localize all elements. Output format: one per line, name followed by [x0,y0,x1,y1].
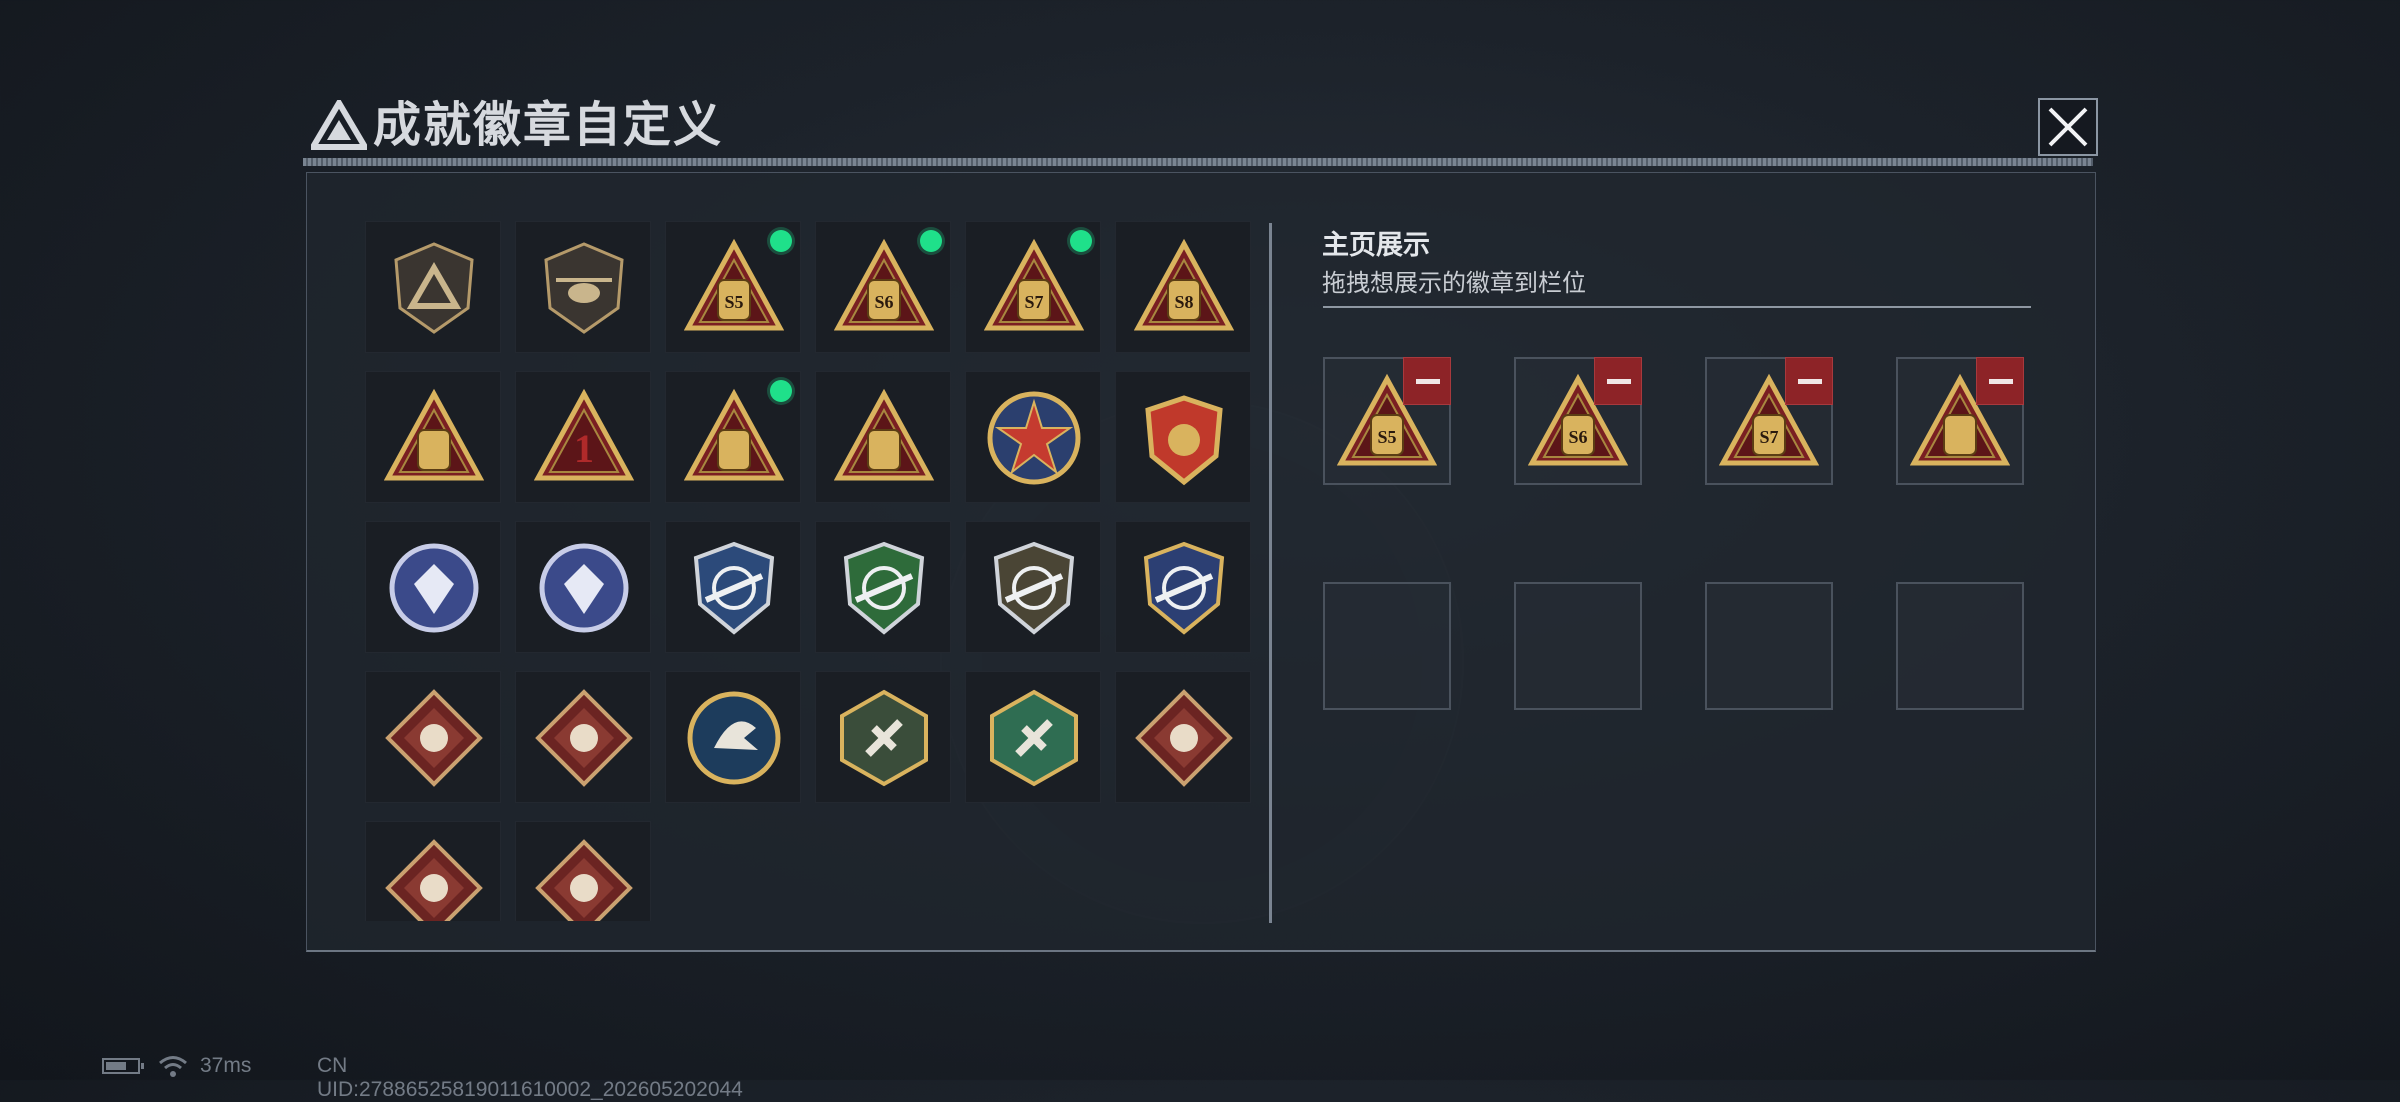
remove-badge-button[interactable] [1403,357,1451,405]
badge-panel: S5 S6 S7 S8 1 主页展示 拖拽想展示的徽章到栏位 S5 S6 S7 [306,172,2096,952]
badge-cell[interactable] [515,221,651,353]
remove-badge-button[interactable] [1976,357,2024,405]
badge-cell[interactable] [515,521,651,653]
badge-cell[interactable]: 1 [515,371,651,503]
svg-text:S5: S5 [1377,427,1396,447]
badge-cell[interactable] [515,671,651,803]
display-title: 主页展示 [1322,230,1430,260]
svg-text:1: 1 [574,426,594,471]
badge-cell[interactable] [665,371,801,503]
remove-badge-button[interactable] [1594,357,1642,405]
badge-cell[interactable] [815,371,951,503]
badge-cell[interactable] [365,371,501,503]
title-divider [303,158,2093,166]
remove-badge-button[interactable] [1785,357,1833,405]
badge-cell[interactable]: S5 [665,221,801,353]
display-slot[interactable] [1705,582,1833,710]
badge-cell[interactable] [815,671,951,803]
new-indicator-dot [770,230,792,252]
dialog-title: 成就徽章自定义 [373,99,724,152]
badge-cell[interactable] [365,671,501,803]
badge-cell[interactable] [965,521,1101,653]
badge-cell[interactable]: S6 [815,221,951,353]
new-indicator-dot [920,230,942,252]
badge-cell[interactable] [1115,371,1251,503]
badge-customize-dialog: 成就徽章自定义 S5 S6 S7 S8 1 主页展示 拖拽想展示的徽章到栏位 S… [303,88,2103,953]
badge-cell[interactable] [965,371,1101,503]
svg-text:S8: S8 [1174,292,1193,312]
vertical-divider [1269,223,1272,923]
badge-cell[interactable] [815,521,951,653]
display-slot[interactable]: S5 [1323,357,1451,485]
uid-text: CN UID:27886525819011610002_202605202044 [317,1054,743,1101]
badge-cell[interactable] [365,221,501,353]
triangle-logo-icon [307,97,371,150]
battery-icon [102,1058,144,1074]
ping-text: 37ms [200,1054,252,1077]
badge-cell[interactable] [1115,521,1251,653]
title-bar: 成就徽章自定义 [303,88,2103,170]
display-slot[interactable] [1896,357,2024,485]
new-indicator-dot [1070,230,1092,252]
badge-cell[interactable] [515,821,651,921]
display-slot[interactable] [1323,582,1451,710]
badge-cell[interactable]: S7 [965,221,1101,353]
svg-text:S6: S6 [874,292,893,312]
display-divider [1323,306,2031,308]
svg-text:S7: S7 [1024,292,1043,312]
badge-cell[interactable] [965,671,1101,803]
display-slot[interactable] [1896,582,2024,710]
badge-cell[interactable]: S8 [1115,221,1251,353]
display-slot[interactable]: S7 [1705,357,1833,485]
badge-cell[interactable] [365,521,501,653]
badge-cell[interactable] [365,821,501,921]
badge-cell[interactable] [1115,671,1251,803]
close-button[interactable] [2038,98,2098,156]
badge-cell[interactable] [665,671,801,803]
badge-grid: S5 S6 S7 S8 1 [365,221,1275,921]
badge-cell[interactable] [665,521,801,653]
svg-text:S6: S6 [1568,427,1587,447]
svg-text:S7: S7 [1759,427,1778,447]
new-indicator-dot [770,380,792,402]
svg-text:S5: S5 [724,292,743,312]
display-slot[interactable] [1514,582,1642,710]
display-subtitle: 拖拽想展示的徽章到栏位 [1322,270,1586,297]
display-slot[interactable]: S6 [1514,357,1642,485]
